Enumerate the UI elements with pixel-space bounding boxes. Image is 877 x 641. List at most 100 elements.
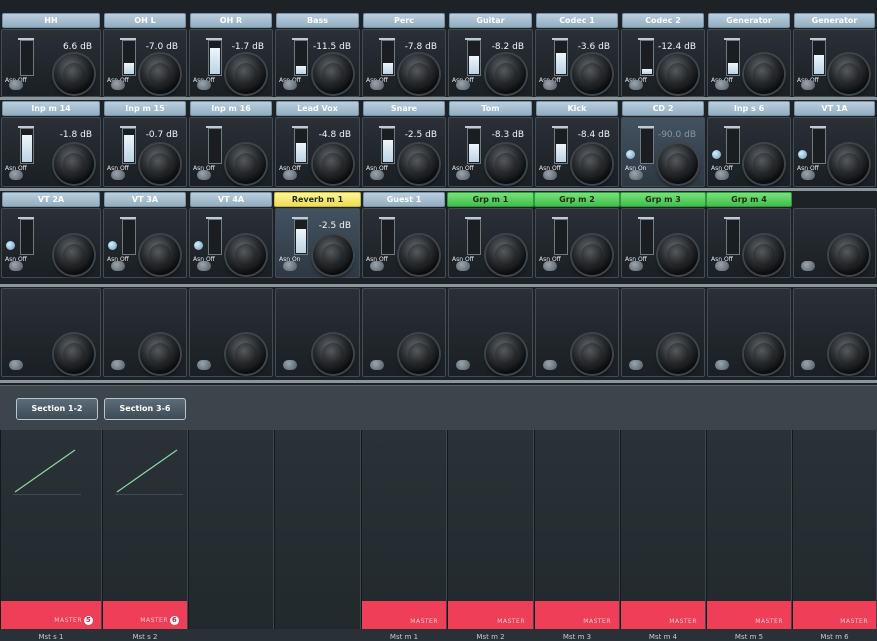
- section-3-6-button[interactable]: Section 3-6: [104, 398, 186, 420]
- select-button[interactable]: [456, 170, 470, 180]
- channel-name-strip[interactable]: Codec 2: [622, 13, 704, 28]
- rotary-knob[interactable]: [399, 144, 439, 184]
- channel-name-strip[interactable]: VT 1A: [794, 101, 875, 116]
- channel-name-strip[interactable]: Guest 1: [363, 192, 445, 207]
- master-column[interactable]: [188, 430, 274, 629]
- rotary-knob[interactable]: [744, 54, 784, 94]
- channel-name-strip[interactable]: Inp m 14: [2, 101, 100, 116]
- master-column[interactable]: Mst s 1Mst s 1MASTER5: [0, 430, 102, 641]
- select-button[interactable]: [111, 360, 125, 370]
- select-button[interactable]: [283, 170, 297, 180]
- rotary-knob[interactable]: [829, 54, 869, 94]
- select-button[interactable]: [9, 170, 23, 180]
- select-button[interactable]: [543, 360, 557, 370]
- select-button[interactable]: [715, 80, 729, 90]
- section-1-2-button[interactable]: Section 1-2: [16, 398, 98, 420]
- rotary-knob[interactable]: [313, 235, 353, 275]
- select-button[interactable]: [197, 170, 211, 180]
- select-button[interactable]: [629, 360, 643, 370]
- rotary-knob[interactable]: [226, 144, 266, 184]
- channel-name-strip[interactable]: HH: [2, 13, 100, 28]
- select-button[interactable]: [370, 170, 384, 180]
- rotary-knob[interactable]: [54, 54, 94, 94]
- channel-name-strip[interactable]: Reverb m 1: [274, 192, 361, 207]
- select-button[interactable]: [370, 261, 384, 271]
- select-button[interactable]: [543, 80, 557, 90]
- master-column[interactable]: Mst m 1Mst m 1MASTER: [361, 430, 447, 641]
- select-button[interactable]: [543, 261, 557, 271]
- channel-name-strip[interactable]: VT 4A: [190, 192, 272, 207]
- rotary-knob[interactable]: [140, 334, 180, 374]
- select-button[interactable]: [715, 261, 729, 271]
- select-button[interactable]: [283, 80, 297, 90]
- rotary-knob[interactable]: [54, 235, 94, 275]
- select-button[interactable]: [456, 261, 470, 271]
- rotary-knob[interactable]: [226, 334, 266, 374]
- rotary-knob[interactable]: [486, 54, 526, 94]
- rotary-knob[interactable]: [140, 54, 180, 94]
- select-button[interactable]: [801, 360, 815, 370]
- rotary-knob[interactable]: [54, 334, 94, 374]
- select-button[interactable]: [543, 170, 557, 180]
- rotary-knob[interactable]: [572, 54, 612, 94]
- rotary-knob[interactable]: [572, 235, 612, 275]
- channel-name-strip[interactable]: Kick: [536, 101, 618, 116]
- select-button[interactable]: [370, 360, 384, 370]
- channel-name-strip[interactable]: Inp m 16: [190, 101, 272, 116]
- select-button[interactable]: [629, 170, 643, 180]
- rotary-knob[interactable]: [313, 144, 353, 184]
- select-button[interactable]: [801, 261, 815, 271]
- rotary-knob[interactable]: [658, 334, 698, 374]
- rotary-knob[interactable]: [313, 54, 353, 94]
- channel-name-strip[interactable]: Guitar: [449, 13, 532, 28]
- rotary-knob[interactable]: [313, 334, 353, 374]
- rotary-knob[interactable]: [486, 235, 526, 275]
- select-button[interactable]: [370, 80, 384, 90]
- channel-name-strip[interactable]: VT 2A: [2, 192, 100, 207]
- select-button[interactable]: [715, 360, 729, 370]
- select-button[interactable]: [111, 261, 125, 271]
- select-button[interactable]: [801, 170, 815, 180]
- select-button[interactable]: [9, 80, 23, 90]
- channel-name-strip[interactable]: Perc: [363, 13, 445, 28]
- rotary-knob[interactable]: [744, 334, 784, 374]
- channel-name-strip[interactable]: Grp m 3: [620, 192, 706, 207]
- channel-name-strip[interactable]: Codec 1: [536, 13, 618, 28]
- channel-name-strip[interactable]: Grp m 4: [706, 192, 792, 207]
- channel-name-strip[interactable]: OH R: [190, 13, 272, 28]
- rotary-knob[interactable]: [226, 235, 266, 275]
- select-button[interactable]: [197, 80, 211, 90]
- select-button[interactable]: [9, 360, 23, 370]
- rotary-knob[interactable]: [572, 144, 612, 184]
- master-column[interactable]: [274, 430, 361, 629]
- master-column[interactable]: Mst s 2Mst s 2MASTER6: [102, 430, 188, 641]
- master-column[interactable]: Mst m 5Mst m 5MASTER: [706, 430, 792, 641]
- master-column[interactable]: Mst m 4Mst m 4MASTER: [620, 430, 706, 641]
- select-button[interactable]: [9, 261, 23, 271]
- select-button[interactable]: [801, 80, 815, 90]
- master-column[interactable]: Mst m 3Mst m 3MASTER: [534, 430, 620, 641]
- channel-name-strip[interactable]: Generator: [794, 13, 875, 28]
- select-button[interactable]: [283, 360, 297, 370]
- select-button[interactable]: [197, 261, 211, 271]
- rotary-knob[interactable]: [744, 144, 784, 184]
- rotary-knob[interactable]: [572, 334, 612, 374]
- select-button[interactable]: [197, 360, 211, 370]
- select-button[interactable]: [629, 80, 643, 90]
- master-column[interactable]: Mst m 6Mst m 6MASTER: [792, 430, 877, 641]
- select-button[interactable]: [456, 80, 470, 90]
- channel-name-strip[interactable]: Inp m 15: [104, 101, 186, 116]
- rotary-knob[interactable]: [658, 54, 698, 94]
- rotary-knob[interactable]: [140, 235, 180, 275]
- rotary-knob[interactable]: [399, 54, 439, 94]
- rotary-knob[interactable]: [54, 144, 94, 184]
- channel-name-strip[interactable]: VT 3A: [104, 192, 186, 207]
- rotary-knob[interactable]: [486, 334, 526, 374]
- rotary-knob[interactable]: [744, 235, 784, 275]
- rotary-knob[interactable]: [658, 144, 698, 184]
- select-button[interactable]: [715, 170, 729, 180]
- select-button[interactable]: [456, 360, 470, 370]
- rotary-knob[interactable]: [140, 144, 180, 184]
- select-button[interactable]: [111, 80, 125, 90]
- channel-name-strip[interactable]: Grp m 1: [447, 192, 534, 207]
